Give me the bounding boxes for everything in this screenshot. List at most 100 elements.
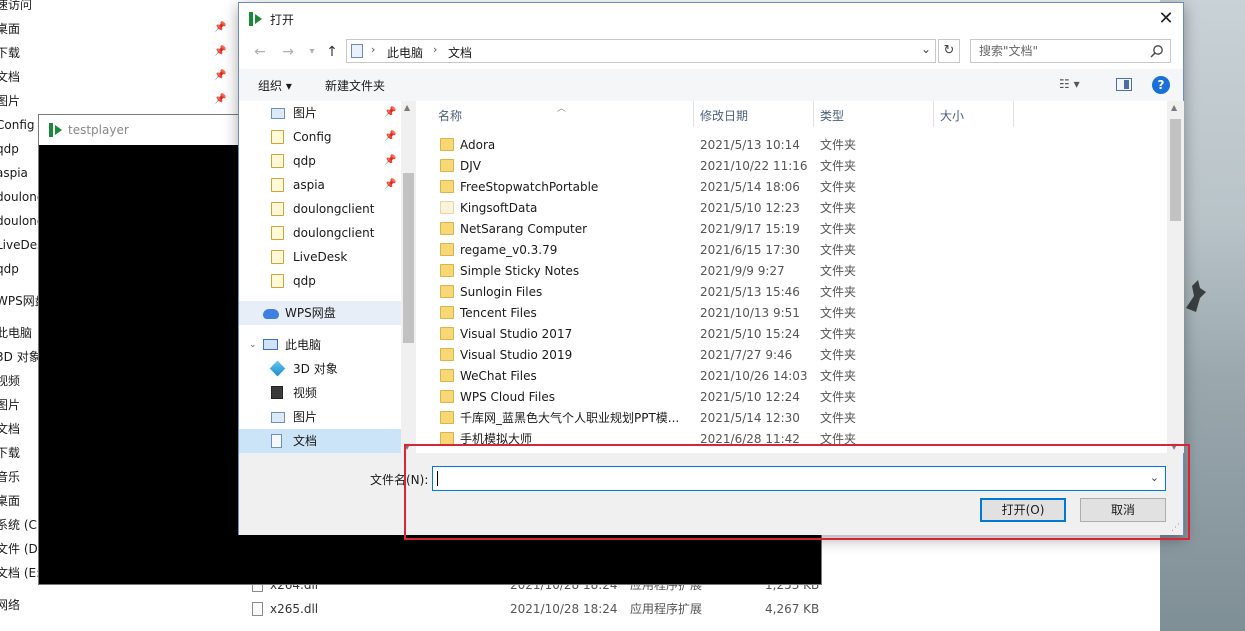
bg-nav-item[interactable]: 音乐 <box>0 466 20 488</box>
sidebar-item[interactable]: doulongclient <box>239 221 401 245</box>
nav-scrollbar[interactable]: ▲ ▼ <box>401 101 416 453</box>
bg-nav-item[interactable]: 文档 <box>0 418 20 440</box>
table-row[interactable]: Visual Studio 2017 2021/5/10 15:24 文件夹 <box>417 324 1167 345</box>
recent-locations-button[interactable]: ▾ <box>301 41 323 63</box>
search-box[interactable] <box>970 39 1171 63</box>
back-button[interactable]: ← <box>249 41 271 63</box>
column-header-type[interactable]: 类型 <box>820 107 844 124</box>
table-row[interactable]: NetSarang Computer 2021/9/17 15:19 文件夹 <box>417 219 1167 240</box>
bg-nav-item[interactable]: 网络 <box>0 594 20 616</box>
open-button[interactable]: 打开(O) <box>980 498 1066 522</box>
pin-icon: 📌 <box>384 155 397 166</box>
bg-nav-item[interactable]: 速访问 <box>0 0 32 16</box>
chevron-down-icon[interactable]: ⌄ <box>1150 471 1159 484</box>
bg-nav-item[interactable]: qdp <box>0 258 19 280</box>
bg-nav-item[interactable]: 3D 对象 <box>0 346 41 368</box>
organize-button[interactable]: 组织 ▾ <box>258 77 292 94</box>
search-icon[interactable] <box>1150 44 1164 58</box>
table-row[interactable]: FreeStopwatchPortable 2021/5/14 18:06 文件夹 <box>417 177 1167 198</box>
table-row[interactable]: WPS Cloud Files 2021/5/10 12:24 文件夹 <box>417 387 1167 408</box>
bg-nav-item[interactable]: 下载 <box>0 442 20 464</box>
forward-button[interactable]: → <box>277 41 299 63</box>
cancel-button[interactable]: 取消 <box>1080 498 1166 522</box>
up-button[interactable]: ↑ <box>321 41 343 63</box>
chevron-down-icon[interactable]: ⌄ <box>921 42 931 56</box>
bg-nav-item[interactable]: 视频 <box>0 370 20 392</box>
folder-icon <box>440 264 454 277</box>
file-cell-name: FreeStopwatchPortable <box>460 180 599 194</box>
folder-icon <box>271 178 284 192</box>
table-row[interactable]: 千库网_蓝黑色大气个人职业规划PPT模... 2021/5/14 12:30 文件夹 <box>417 408 1167 429</box>
breadcrumb-documents[interactable]: 文档 <box>448 44 472 61</box>
bg-nav-item[interactable]: qdp <box>0 138 19 160</box>
bg-nav-item[interactable]: 桌面 <box>0 18 20 40</box>
column-divider[interactable] <box>693 101 694 127</box>
sidebar-item[interactable]: doulongclient <box>239 197 401 221</box>
scroll-up-icon[interactable]: ▲ <box>1171 103 1177 112</box>
file-list-scroll-thumb[interactable] <box>1170 119 1181 221</box>
column-header-date[interactable]: 修改日期 <box>700 107 748 124</box>
table-row[interactable]: WeChat Files 2021/10/26 14:03 文件夹 <box>417 366 1167 387</box>
folder-icon <box>440 306 454 319</box>
table-row[interactable]: Visual Studio 2019 2021/7/27 9:46 文件夹 <box>417 345 1167 366</box>
sidebar-item[interactable]: Config 📌 <box>239 125 401 149</box>
table-row[interactable]: KingsoftData 2021/5/10 12:23 文件夹 <box>417 198 1167 219</box>
table-row[interactable]: Simple Sticky Notes 2021/9/9 9:27 文件夹 <box>417 261 1167 282</box>
table-row[interactable]: Sunlogin Files 2021/5/13 15:46 文件夹 <box>417 282 1167 303</box>
bg-nav-item[interactable]: 图片 <box>0 394 20 416</box>
bg-nav-item[interactable]: aspia <box>0 162 28 184</box>
sidebar-item[interactable]: aspia 📌 <box>239 173 401 197</box>
bg-nav-item[interactable]: 图片 <box>0 90 20 112</box>
sidebar-item[interactable]: WPS网盘 <box>239 301 401 325</box>
refresh-button[interactable]: ↻ <box>938 39 960 63</box>
scroll-down-icon[interactable]: ▼ <box>1171 442 1177 451</box>
table-row[interactable]: 手机模拟大师 2021/6/28 11:42 文件夹 <box>417 429 1167 450</box>
bg-nav-item[interactable]: 桌面 <box>0 490 20 512</box>
sidebar-item[interactable]: qdp <box>239 269 401 293</box>
change-view-button[interactable]: ☷ ▾ <box>1059 77 1080 91</box>
sidebar-item[interactable]: LiveDesk <box>239 245 401 269</box>
dialog-title: 打开 <box>270 13 295 27</box>
file-list-scrollbar[interactable]: ▲ ▼ <box>1167 101 1184 453</box>
sidebar-item[interactable]: 图片 📌 <box>239 101 401 125</box>
bg-nav-item[interactable]: 此电脑 <box>0 322 32 344</box>
table-row[interactable]: DJV 2021/10/22 11:16 文件夹 <box>417 156 1167 177</box>
close-button[interactable]: ✕ <box>1149 3 1183 33</box>
table-row[interactable]: Tencent Files 2021/10/13 9:51 文件夹 <box>417 303 1167 324</box>
sidebar-item[interactable]: 图片 <box>239 405 401 429</box>
file-cell-type: 文件夹 <box>820 159 857 173</box>
expand-chevron-icon[interactable]: ⌄ <box>249 333 257 357</box>
nav-scroll-thumb[interactable] <box>403 173 414 343</box>
table-row[interactable]: regame_v0.3.79 2021/6/15 17:30 文件夹 <box>417 240 1167 261</box>
bg-nav-item[interactable]: 文档 <box>0 66 20 88</box>
help-button[interactable]: ? <box>1152 76 1170 94</box>
bg-nav-item[interactable]: Config <box>0 114 35 136</box>
table-row[interactable]: Adora 2021/5/13 10:14 文件夹 <box>417 135 1167 156</box>
sidebar-item[interactable]: 文档 <box>239 429 401 453</box>
new-folder-button[interactable]: 新建文件夹 <box>325 77 385 94</box>
bg-nav-item[interactable]: 下载 <box>0 42 20 64</box>
breadcrumb-this-pc[interactable]: 此电脑 <box>387 44 423 61</box>
filename-combobox[interactable]: ⌄ <box>432 466 1166 491</box>
sidebar-item[interactable]: 3D 对象 <box>239 357 401 381</box>
column-divider[interactable] <box>933 101 934 127</box>
column-divider[interactable] <box>1013 101 1014 127</box>
column-header-name[interactable]: 名称 <box>438 107 462 124</box>
scroll-up-icon[interactable]: ▲ <box>404 103 410 112</box>
sidebar-item[interactable]: 视频 <box>239 381 401 405</box>
column-header-size[interactable]: 大小 <box>940 107 964 124</box>
filename-input[interactable] <box>433 467 1133 490</box>
dialog-titlebar[interactable]: 打开 ✕ <box>239 3 1183 35</box>
search-input[interactable] <box>971 40 1141 62</box>
pin-icon: 📌 <box>214 22 227 33</box>
preview-pane-button[interactable] <box>1116 78 1132 91</box>
sidebar-item[interactable]: qdp 📌 <box>239 149 401 173</box>
file-cell-date: 2021/5/14 18:06 <box>700 180 800 194</box>
sidebar-item[interactable]: ⌄ 此电脑 <box>239 333 401 357</box>
table-row[interactable]: x265.dll 2021/10/28 18:24 应用程序扩展 4,267 KB <box>232 598 832 620</box>
resize-grip-icon[interactable]: ⋰ <box>1171 523 1181 533</box>
address-bar[interactable]: › 此电脑 › 文档 ⌄ <box>346 39 936 63</box>
scroll-down-icon[interactable]: ▼ <box>404 442 410 451</box>
file-cell-type: 文件夹 <box>820 264 857 278</box>
column-divider[interactable] <box>813 101 814 127</box>
